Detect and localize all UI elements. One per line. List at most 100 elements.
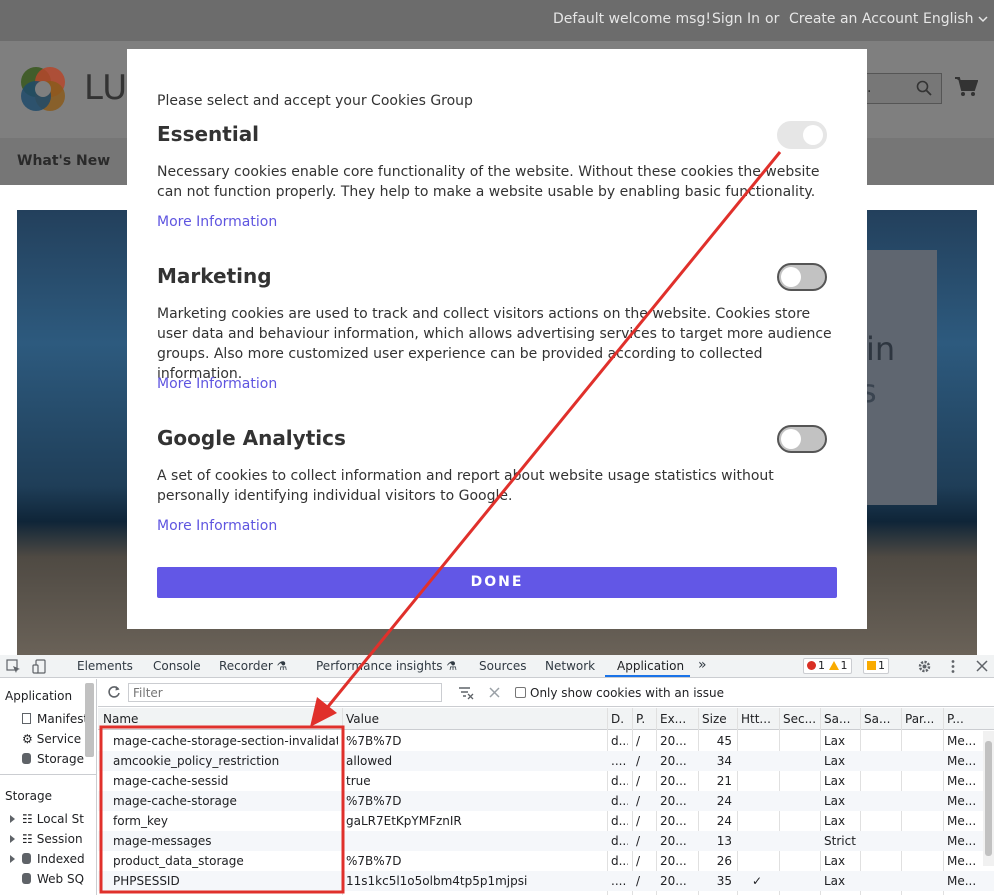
- table-row[interactable]: mage-cache-storage%7B%7Dd.../20...24LaxM…: [98, 791, 994, 811]
- col-httponly-header[interactable]: Htt...: [741, 712, 771, 726]
- only-issue-label: Only show cookies with an issue: [530, 686, 725, 700]
- cell-value: %7B%7D: [346, 734, 402, 748]
- table-row[interactable]: form_keygaLR7EtKpYMFznIRd.../20...24LaxM…: [98, 811, 994, 831]
- sign-in-link[interactable]: Sign In: [712, 11, 760, 27]
- gear-icon[interactable]: [917, 659, 932, 674]
- cell-name: mage-messages: [113, 834, 212, 848]
- table-row[interactable]: mage-cache-storage-section-invalidation%…: [98, 731, 994, 751]
- col-partition-header[interactable]: Par...: [905, 712, 934, 726]
- cell-domain: d...: [611, 854, 628, 868]
- sidebar-scrollbar[interactable]: [85, 683, 94, 757]
- col-name-header[interactable]: Name: [103, 712, 138, 726]
- cell-name: mage-cache-sessid: [113, 774, 229, 788]
- nav-item-whats-new[interactable]: What's New: [17, 153, 110, 169]
- table-scrollbar[interactable]: [983, 731, 994, 866]
- sidebar-item-indexeddb[interactable]: Indexed: [22, 852, 85, 866]
- clear-filtered-cookies-icon[interactable]: [458, 686, 474, 700]
- only-issue-checkbox[interactable]: Only show cookies with an issue: [515, 686, 724, 700]
- flask-icon: ⚗: [446, 659, 458, 673]
- table-row[interactable]: mage-messagesd.../20...13StrictMe...: [98, 831, 994, 851]
- essential-more-info-link[interactable]: More Information: [157, 214, 277, 230]
- delete-all-icon[interactable]: [489, 687, 500, 698]
- file-icon: [22, 713, 31, 724]
- sidebar-item-service-workers[interactable]: ⚙ Service: [22, 732, 81, 746]
- sidebar-item-manifest[interactable]: Manifest: [22, 712, 88, 726]
- google-analytics-title: Google Analytics: [157, 426, 346, 450]
- col-samesite-header[interactable]: Sa...: [824, 712, 850, 726]
- cell-size: 13: [716, 834, 732, 848]
- col-path-header[interactable]: P.: [636, 712, 645, 726]
- marketing-description: Marketing cookies are used to track and …: [157, 306, 832, 382]
- table-row[interactable]: mage-cache-sessidtrued.../20...21LaxMe..…: [98, 771, 994, 791]
- refresh-icon[interactable]: [107, 685, 121, 699]
- sidebar-item-storage[interactable]: Storage: [22, 752, 84, 766]
- toggle-knob: [803, 125, 823, 145]
- marketing-more-info-link[interactable]: More Information: [157, 376, 277, 392]
- google-analytics-more-info-link[interactable]: More Information: [157, 518, 277, 534]
- col-value-header[interactable]: Value: [346, 712, 379, 726]
- cart-icon[interactable]: [954, 76, 978, 98]
- language-switcher[interactable]: English: [923, 11, 988, 27]
- console-counts-badge[interactable]: 1 1: [803, 658, 852, 674]
- grid-icon: ☷: [22, 832, 33, 846]
- grid-icon: ☷: [22, 812, 33, 826]
- col-domain-header[interactable]: D.: [611, 712, 624, 726]
- sidebar-item-label: Indexed: [37, 852, 85, 866]
- table-row[interactable]: amcookie_policy_restriction allowed.... / 2…: [98, 751, 994, 771]
- expand-arrow-icon[interactable]: [10, 855, 15, 863]
- tab-performance-insights[interactable]: Performance insights ⚗: [316, 659, 457, 673]
- tab-recorder[interactable]: Recorder ⚗: [219, 659, 287, 673]
- create-account-link[interactable]: Create an Account: [789, 11, 918, 27]
- gear-icon: ⚙: [22, 732, 33, 746]
- table-row[interactable]: product_data_storage %7B%7D d... / 20... 26 La…: [98, 851, 994, 871]
- cell-size: 24: [716, 814, 732, 828]
- modal-intro: Please select and accept your Cookies Gr…: [157, 93, 473, 109]
- tab-network[interactable]: Network: [545, 659, 595, 673]
- cell-value: %7B%7D: [346, 794, 402, 808]
- cell-expires: 20...: [660, 834, 687, 848]
- cookie-filter-input[interactable]: [128, 683, 442, 702]
- expand-arrow-icon[interactable]: [10, 835, 15, 843]
- sidebar-item-web-sql[interactable]: Web SQ: [22, 872, 84, 886]
- cell-path: /: [636, 754, 641, 768]
- sidebar-item-session-storage[interactable]: ☷ Session: [22, 832, 83, 846]
- issues-badge[interactable]: 1: [863, 658, 889, 674]
- chevron-down-icon: [978, 16, 988, 23]
- col-sameparty-header[interactable]: Sa...: [864, 712, 890, 726]
- close-icon[interactable]: [976, 660, 988, 672]
- devtools-tab-bar: Elements Console Recorder ⚗ Performance …: [0, 655, 994, 678]
- cell-name: form_key: [113, 814, 168, 828]
- sidebar-heading-storage: Storage: [5, 789, 52, 803]
- tab-elements[interactable]: Elements: [77, 659, 133, 673]
- search-icon[interactable]: [916, 80, 932, 96]
- essential-title: Essential: [157, 122, 260, 146]
- sidebar-item-local-storage[interactable]: ☷ Local St: [22, 812, 84, 826]
- more-tabs-icon[interactable]: »: [698, 657, 707, 673]
- col-expires-header[interactable]: Ex...: [660, 712, 686, 726]
- devtools-panel: Elements Console Recorder ⚗ Performance …: [0, 655, 994, 895]
- table-row[interactable]: PHPSESSID 11s1kc5l1o5olbm4tp5p1mjpsi.... /…: [98, 871, 994, 891]
- cell-size: 24: [716, 794, 732, 808]
- done-button[interactable]: DONE: [157, 567, 837, 598]
- col-priority-header[interactable]: P...: [947, 712, 964, 726]
- device-toolbar-icon[interactable]: [32, 659, 47, 674]
- inspect-element-icon[interactable]: [6, 659, 21, 674]
- cell-path: /: [636, 854, 641, 868]
- marketing-title: Marketing: [157, 264, 272, 288]
- cell-domain: d...: [611, 734, 628, 748]
- cell-domain: ....: [611, 874, 627, 888]
- kebab-menu-icon[interactable]: [950, 659, 956, 674]
- error-icon: [807, 661, 816, 670]
- col-size-header[interactable]: Size: [702, 712, 727, 726]
- expand-arrow-icon[interactable]: [10, 815, 15, 823]
- checkbox-box[interactable]: [515, 687, 526, 698]
- google-analytics-toggle[interactable]: [777, 425, 827, 453]
- tab-sources[interactable]: Sources: [479, 659, 526, 673]
- essential-toggle[interactable]: [777, 121, 827, 149]
- table-scrollbar-thumb[interactable]: [985, 741, 992, 856]
- cell-expires: 20...: [660, 854, 687, 868]
- tab-console[interactable]: Console: [153, 659, 201, 673]
- tab-application[interactable]: Application: [617, 659, 684, 673]
- col-secure-header[interactable]: Sec...: [783, 712, 816, 726]
- marketing-toggle[interactable]: [777, 263, 827, 291]
